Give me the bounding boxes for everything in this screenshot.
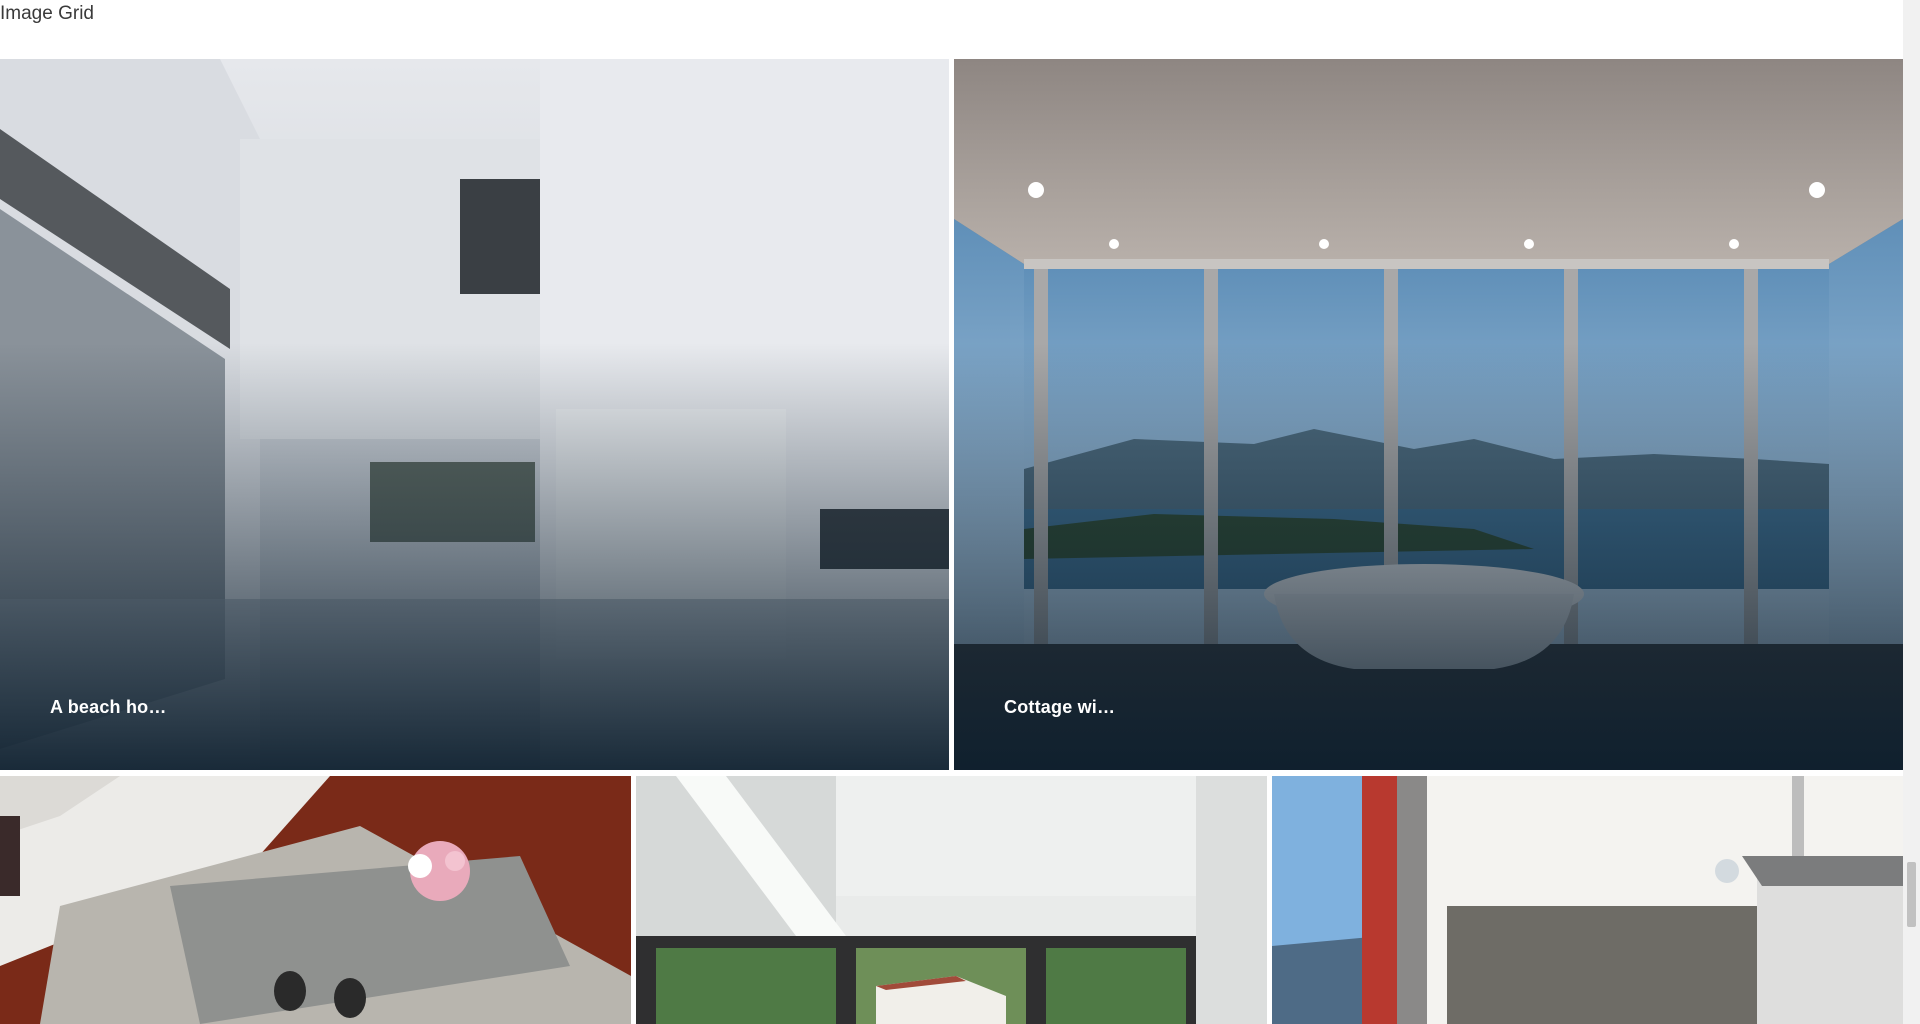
tile-caption: A beach ho… xyxy=(50,697,167,717)
tile-caption: Cottage wi… xyxy=(1004,697,1116,717)
image-tile[interactable]: Cottage wi… xyxy=(954,59,1903,770)
image-tile[interactable] xyxy=(0,776,631,1024)
tile-image xyxy=(0,776,631,1024)
tile-image xyxy=(1272,776,1903,1024)
vertical-scrollbar[interactable] xyxy=(1903,0,1920,1024)
page-title: Image Grid xyxy=(0,3,94,24)
image-tile[interactable]: A beach ho… xyxy=(0,59,949,770)
image-tile[interactable] xyxy=(636,776,1267,1024)
scrollbar-thumb[interactable] xyxy=(1907,862,1916,927)
image-tile[interactable] xyxy=(1272,776,1903,1024)
tile-image xyxy=(636,776,1267,1024)
